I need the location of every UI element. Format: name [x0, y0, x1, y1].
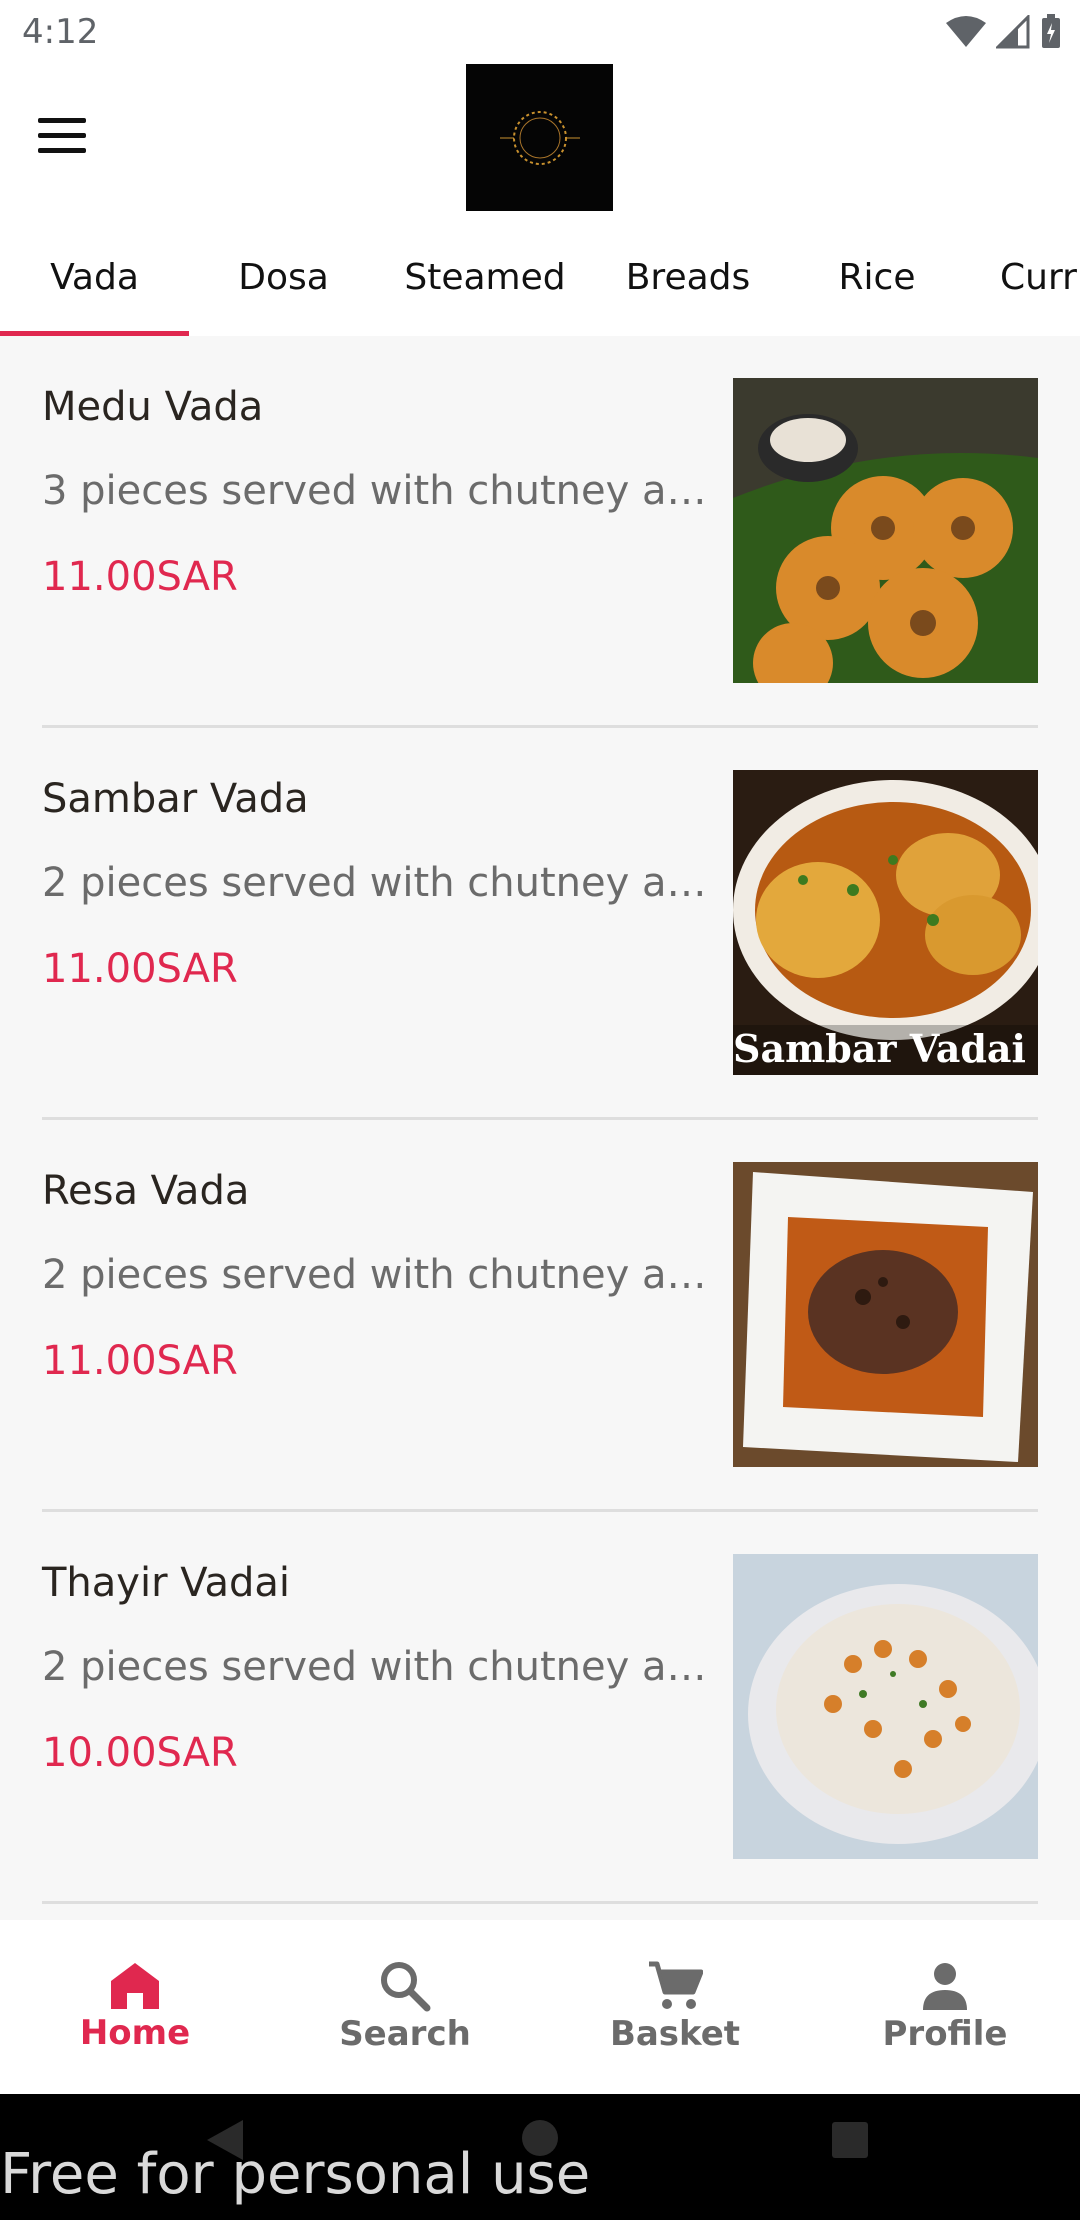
item-description: 2 pieces served with chutney an...	[42, 860, 712, 906]
nav-profile-label: Profile	[882, 2014, 1008, 2054]
menu-icon	[38, 118, 86, 123]
status-icons	[946, 14, 1062, 50]
watermark: Free for personal use	[0, 2142, 591, 2207]
nav-basket[interactable]: Basket	[540, 1920, 810, 2094]
bottom-navigation: Home Search Basket Profile	[0, 1920, 1080, 2094]
item-price: 11.00SAR	[42, 554, 238, 600]
list-item[interactable]: Thayir Vadai 2 pieces served with chutne…	[0, 1512, 1080, 1904]
search-icon	[381, 1962, 431, 2012]
app-header	[0, 64, 1080, 219]
status-time: 4:12	[22, 12, 99, 52]
tab-steamed[interactable]: Steamed	[378, 219, 592, 336]
resa-vada-image	[733, 1162, 1038, 1467]
item-price: 11.00SAR	[42, 946, 238, 992]
nav-home[interactable]: Home	[0, 1920, 270, 2094]
tab-dosa[interactable]: Dosa	[189, 219, 378, 336]
person-icon	[923, 1963, 967, 2010]
home-icon	[111, 1963, 159, 2009]
nav-search[interactable]: Search	[270, 1920, 540, 2094]
list-item[interactable]: Sambar Vada 2 pieces served with chutney…	[0, 728, 1080, 1120]
thayir-vadai-photo	[733, 1554, 1038, 1859]
battery-icon	[1042, 14, 1060, 48]
item-description: 2 pieces served with chutney an...	[42, 1252, 712, 1298]
nav-home-label: Home	[79, 2013, 191, 2053]
thayir-vadai-image	[733, 1554, 1038, 1859]
nav-search-label: Search	[339, 2014, 471, 2054]
menu-button[interactable]	[38, 118, 88, 158]
restaurant-logo	[466, 64, 613, 211]
medu-vada-photo	[733, 378, 1038, 683]
item-description: 3 pieces served with chutney an...	[42, 468, 712, 514]
menu-icon-bar	[38, 148, 86, 153]
tab-vada[interactable]: Vada	[0, 219, 189, 336]
item-price: 11.00SAR	[42, 1338, 238, 1384]
item-name: Medu Vada	[42, 384, 264, 430]
wifi-icon	[946, 16, 986, 47]
tab-curry[interactable]: Curr	[1000, 219, 1080, 336]
nav-profile[interactable]: Profile	[810, 1920, 1080, 2094]
item-name: Thayir Vadai	[42, 1560, 291, 1606]
image-caption: Sambar Vadai	[733, 1026, 1026, 1071]
category-tabs: Vada Dosa Steamed Breads Rice Curr	[0, 219, 1080, 336]
nav-basket-label: Basket	[609, 2014, 741, 2054]
medu-vada-image	[733, 378, 1038, 683]
sambar-vada-photo: Sambar Vadai	[733, 770, 1038, 1075]
resa-vada-photo	[733, 1162, 1038, 1467]
item-price: 10.00SAR	[42, 1730, 238, 1776]
signal-icon	[996, 15, 1030, 49]
logo-emblem	[499, 110, 580, 165]
menu-icon-bar	[38, 133, 86, 138]
recents-icon[interactable]	[830, 2120, 870, 2160]
list-item[interactable]: Medu Vada 3 pieces served with chutney a…	[0, 336, 1080, 728]
item-name: Resa Vada	[42, 1168, 250, 1214]
app-screen: 4:12 Vada Dosa Steamed Breads Rice Curr …	[0, 0, 1080, 2220]
item-divider	[42, 1901, 1038, 1904]
status-bar: 4:12	[0, 0, 1080, 64]
tab-rice[interactable]: Rice	[784, 219, 970, 336]
list-item[interactable]: Resa Vada 2 pieces served with chutney a…	[0, 1120, 1080, 1512]
item-description: 2 pieces served with chutney an...	[42, 1644, 712, 1690]
cart-icon	[649, 1961, 703, 2009]
tab-breads[interactable]: Breads	[592, 219, 784, 336]
item-name: Sambar Vada	[42, 776, 309, 822]
